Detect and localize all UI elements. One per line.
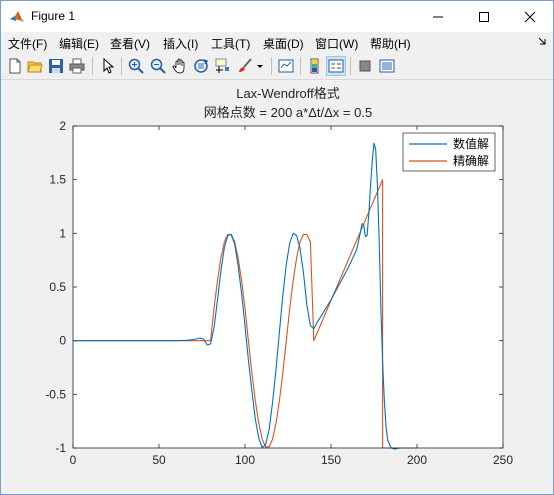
- close-icon: [524, 11, 536, 22]
- x-tick-label: 50: [152, 453, 166, 467]
- menu-insert[interactable]: 插入(I): [163, 35, 198, 52]
- print-icon: [69, 58, 85, 74]
- legend-label-series-2: 精确解: [453, 154, 489, 168]
- window-title: Figure 1: [31, 9, 76, 23]
- edit-plot-icon: [103, 58, 115, 74]
- figure-canvas[interactable]: Lax-Wendroff格式 网格点数 = 200 a*Δt/Δx = 0.5 …: [1, 80, 553, 494]
- toolbar-separator: [350, 57, 351, 75]
- title-bar[interactable]: Figure 1: [1, 1, 553, 32]
- menu-window[interactable]: 窗口(W): [315, 35, 358, 52]
- insert-legend-button[interactable]: [326, 56, 346, 76]
- figure-window: Figure 1 文件(F) 编辑(E) 查看(V) 插入(I) 工具(T) 桌…: [0, 0, 554, 495]
- insert-colorbar-button[interactable]: [305, 56, 325, 76]
- minimize-button[interactable]: [415, 1, 461, 32]
- brush-dropdown-button[interactable]: [255, 56, 265, 76]
- maximize-button[interactable]: [461, 1, 507, 32]
- toolbar-separator: [92, 57, 93, 75]
- menu-edit[interactable]: 编辑(E): [59, 35, 99, 52]
- menu-help[interactable]: 帮助(H): [370, 35, 411, 52]
- show-plot-tools-icon: [379, 59, 395, 73]
- chart-title: Lax-Wendroff格式: [236, 86, 340, 101]
- pan-icon: [172, 58, 185, 74]
- new-figure-button[interactable]: [5, 56, 25, 76]
- link-plot-icon: [278, 59, 294, 73]
- zoom-in-button[interactable]: [126, 56, 146, 76]
- y-tick-label: 1: [59, 226, 66, 240]
- brush-dropdown-icon: [257, 65, 263, 68]
- y-tick-label: -0.5: [45, 387, 66, 401]
- menu-view[interactable]: 查看(V): [110, 35, 150, 52]
- toolbar-separator: [300, 57, 301, 75]
- save-button[interactable]: [46, 56, 66, 76]
- zoom-in-icon: [128, 58, 144, 74]
- chart-subtitle: 网格点数 = 200 a*Δt/Δx = 0.5: [204, 105, 372, 120]
- show-plot-tools-button[interactable]: [377, 56, 397, 76]
- x-tick-label: 200: [407, 453, 427, 467]
- legend-label-series-1: 数值解: [453, 136, 489, 151]
- insert-legend-icon: [328, 59, 344, 73]
- data-cursor-button[interactable]: [213, 56, 233, 76]
- plot-svg: Lax-Wendroff格式 网格点数 = 200 a*Δt/Δx = 0.5 …: [45, 86, 513, 467]
- hide-plot-tools-button[interactable]: [355, 56, 375, 76]
- toolbar-separator: [271, 57, 272, 75]
- menu-desktop[interactable]: 桌面(D): [263, 35, 304, 52]
- brush-icon: [239, 58, 252, 72]
- hide-plot-tools-icon: [359, 60, 371, 72]
- menu-bar: 文件(F) 编辑(E) 查看(V) 插入(I) 工具(T) 桌面(D) 窗口(W…: [1, 32, 553, 52]
- legend[interactable]: 数值解 精确解: [402, 132, 496, 172]
- open-file-button[interactable]: [25, 56, 45, 76]
- maximize-icon: [479, 11, 489, 22]
- y-tick-label: 2: [59, 119, 66, 133]
- open-file-icon: [27, 61, 43, 73]
- print-button[interactable]: [67, 56, 87, 76]
- rotate-3d-icon: [194, 59, 209, 73]
- rotate-3d-button[interactable]: [191, 56, 211, 76]
- arrow-icon[interactable]: [537, 36, 547, 46]
- data-cursor-icon: [215, 58, 229, 73]
- x-tick-label: 0: [70, 453, 77, 467]
- y-tick-label: 0: [59, 334, 66, 348]
- matlab-logo-icon: [10, 11, 24, 22]
- insert-colorbar-icon: [310, 58, 319, 74]
- edit-plot-button[interactable]: [98, 56, 118, 76]
- x-tick-label: 100: [235, 453, 255, 467]
- brush-button[interactable]: [235, 56, 255, 76]
- toolbar-separator: [121, 57, 122, 75]
- pan-button[interactable]: [170, 56, 190, 76]
- zoom-out-icon: [150, 58, 166, 74]
- menu-tools[interactable]: 工具(T): [211, 35, 250, 52]
- zoom-out-button[interactable]: [148, 56, 168, 76]
- y-tick-label: 0.5: [49, 280, 66, 294]
- minimize-icon: [433, 16, 443, 17]
- y-tick-label: -1: [55, 441, 66, 455]
- close-button[interactable]: [507, 1, 553, 32]
- link-plot-button[interactable]: [276, 56, 296, 76]
- y-tick-label: 1.5: [49, 173, 66, 187]
- new-figure-icon: [9, 58, 21, 74]
- save-icon: [49, 59, 63, 73]
- x-tick-label: 150: [321, 453, 341, 467]
- axes-background: [73, 126, 503, 448]
- x-tick-label: 250: [493, 453, 513, 467]
- toolbar: [1, 53, 553, 80]
- menu-file[interactable]: 文件(F): [8, 35, 47, 52]
